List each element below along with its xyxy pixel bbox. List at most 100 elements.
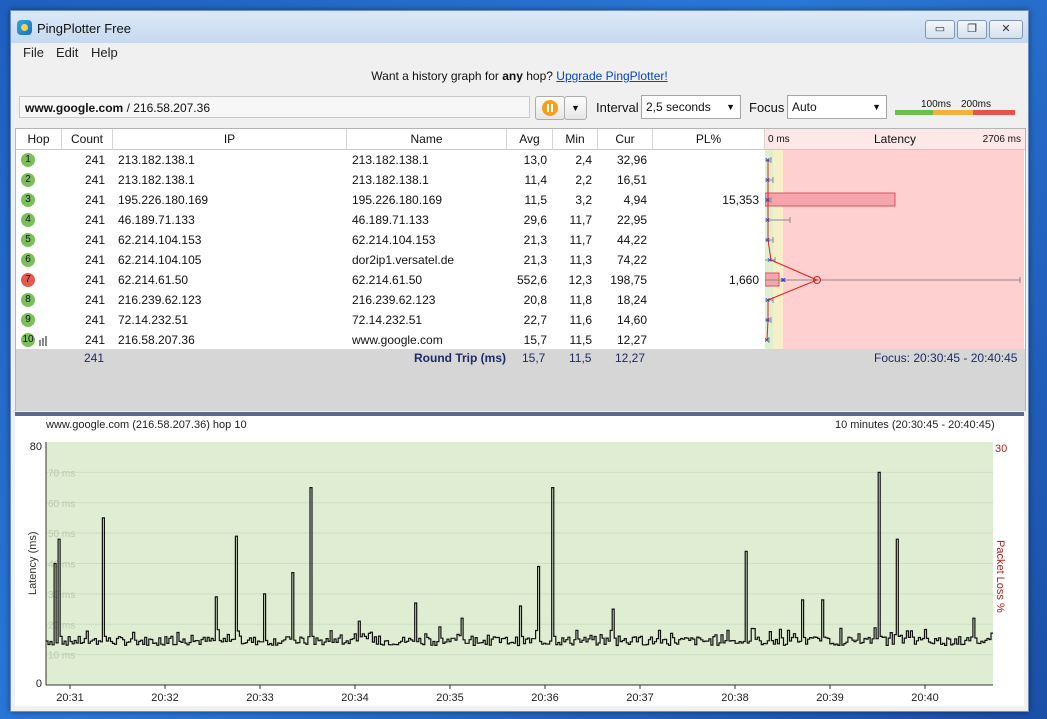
hop-pl [653,250,759,270]
menu-file[interactable]: File [23,45,44,60]
interval-select[interactable]: 2,5 seconds ▼ [641,95,741,119]
target-ip: 216.58.207.36 [133,101,210,115]
col-count[interactable]: Count [62,129,113,150]
pause-button[interactable] [535,96,565,120]
hop-grid: Hop Count IP Name Avg Min Cur PL% 0 ms L… [15,128,1026,351]
latency-header-label: Latency [873,132,917,146]
history-chart[interactable]: 70 ms 60 ms 50 ms 40 ms 30 ms 20 ms 10 ms 80 0 30… [15,416,1024,706]
hop-avg: 11,5 [524,193,547,207]
latency-bg-yellow [773,150,783,349]
x-tick-label: 20:40 [911,692,939,704]
focus-range: Focus: 20:30:45 - 20:40:45 [874,351,1018,365]
x-tick-label: 20:34 [341,692,369,704]
hop-pl [653,310,759,330]
col-cur[interactable]: Cur [598,129,653,150]
cur-latency-marker: × [781,275,786,285]
summary-min: 11,5 [569,351,592,365]
legend-200ms: 200ms [961,99,992,110]
menu-edit[interactable]: Edit [56,45,78,60]
min-latency-marker: × [765,295,770,305]
close-button[interactable]: ✕ [989,20,1023,39]
hop-pl: 15,353 [722,193,759,207]
min-latency-marker: × [765,335,769,345]
maximize-button[interactable]: ❐ [957,20,987,39]
col-pl[interactable]: PL% [653,129,765,150]
hop-count: 241 [84,193,105,207]
y-max-label: 80 [30,441,42,453]
col-avg[interactable]: Avg [507,129,553,150]
hop-pl [653,230,759,250]
col-hop[interactable]: Hop [16,129,62,150]
hop-count: 241 [84,173,105,187]
focus-select[interactable]: Auto ▼ [787,95,887,119]
hop-pl [653,150,759,170]
summary-cur: 12,27 [615,351,646,365]
min-latency-marker: × [765,235,770,245]
hop-pl [653,330,759,350]
hop-count: 241 [84,213,105,227]
hop-avg: 13,0 [523,153,547,167]
interval-value: 2,5 seconds [646,100,711,114]
hop-name: 213.182.138.1 [352,173,429,187]
hop-cur: 74,22 [616,253,647,267]
hop-name: 72.14.232.51 [352,313,423,327]
hop-min: 12,3 [568,273,592,287]
hop-number-badge: 10 [21,333,35,347]
y-min-label: 0 [36,678,42,690]
hop-ip: 46.189.71.133 [118,213,195,227]
hop-pl [653,290,759,310]
col-ip[interactable]: IP [113,129,347,150]
hop-avg: 11,4 [524,173,547,187]
hop-pl [653,170,759,190]
grid-label: 50 ms [48,529,75,540]
hop-pl: 1,660 [728,273,759,287]
min-latency-marker: × [765,195,770,205]
x-tick-label: 20:32 [151,692,179,704]
hop-name: 216.239.62.123 [352,293,436,307]
hop-avg: 21,3 [523,253,547,267]
hop-min: 11,5 [569,333,592,347]
min-latency-marker: × [767,255,772,265]
hop-ip: 213.182.138.1 [118,173,195,187]
menu-help[interactable]: Help [91,45,118,60]
hop-number-badge: 4 [21,213,35,227]
minimize-button[interactable]: ▭ [925,20,955,39]
hop-ip: 62.214.104.153 [118,233,202,247]
hop-avg: 29,6 [523,213,547,227]
menu-bar: File Edit Help [11,43,1028,63]
hop-cur: 32,96 [616,153,647,167]
hop-number-badge: 3 [21,193,35,207]
chevron-down-icon: ▼ [872,102,881,112]
hop-ip: 216.239.62.123 [118,293,202,307]
hop-number-badge: 5 [21,233,35,247]
hop-cur: 16,51 [616,173,647,187]
col-min[interactable]: Min [553,129,598,150]
upgrade-link[interactable]: Upgrade PingPlotter! [556,69,667,83]
title-bar[interactable]: PingPlotter Free ▭ ❐ ✕ [11,11,1028,43]
x-tick-label: 20:38 [721,692,749,704]
col-name[interactable]: Name [347,129,507,150]
chevron-down-icon: ▼ [726,102,735,112]
hop-count: 241 [84,273,105,287]
legend-yellow [933,110,973,115]
col-latency[interactable]: 0 ms Latency 2706 ms [765,129,1025,150]
trace-options-dropdown[interactable]: ▼ [564,96,587,120]
latency-trace-graph[interactable]: ××××××××××× [765,150,1024,349]
min-latency-marker: × [765,155,770,165]
hop-cur: 44,22 [616,233,647,247]
target-field[interactable]: www.google.com / 216.58.207.36 [19,96,530,118]
app-window: PingPlotter Free ▭ ❐ ✕ File Edit Help Wa… [10,10,1029,712]
x-tick-label: 20:35 [436,692,464,704]
hop-avg: 21,3 [523,233,547,247]
x-tick-label: 20:39 [816,692,844,704]
hop-cur: 4,94 [623,193,647,207]
hop-cur: 198,75 [610,273,647,287]
hop-count: 241 [84,333,105,347]
hop-name: dor2ip1.versatel.de [352,253,455,267]
hop-min: 2,4 [575,153,592,167]
hop-ip: 72.14.232.51 [118,313,189,327]
focus-value: Auto [792,100,817,114]
pingplotter-app-icon [17,20,32,35]
hop-cur: 12,27 [616,333,647,347]
summary-label: Round Trip (ms) [414,351,506,365]
